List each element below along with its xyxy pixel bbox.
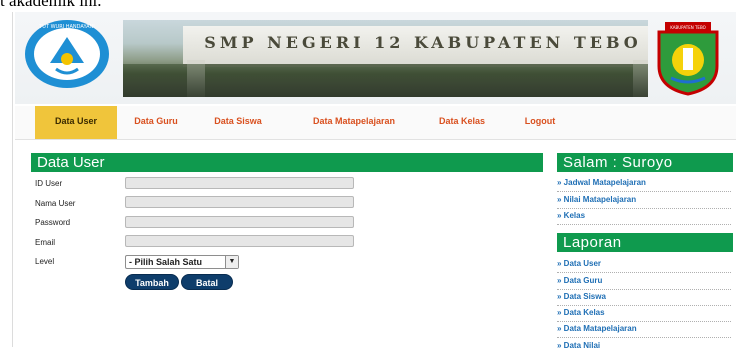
- level-selected-value: - Pilih Salah Satu: [129, 257, 203, 267]
- password-label: Password: [35, 218, 71, 227]
- nav-logout[interactable]: Logout: [515, 106, 565, 139]
- email-input[interactable]: [125, 235, 354, 247]
- document-caption: t akademik ini.: [0, 0, 102, 10]
- school-name-sign: SMP NEGERI 12 KABUPATEN TEBO: [204, 33, 642, 52]
- report-link-data-kelas[interactable]: » Data Kelas: [557, 306, 731, 322]
- nav-data-matapelajaran[interactable]: Data Matapelajaran: [297, 106, 411, 139]
- trees-background: [123, 64, 648, 97]
- password-input[interactable]: [125, 216, 354, 228]
- form-title: Data User: [31, 153, 543, 172]
- sidebar-link-jadwal-matapelajaran[interactable]: » Jadwal Matapelajaran: [557, 176, 731, 192]
- nav-data-user[interactable]: Data User: [35, 106, 117, 139]
- nav-data-siswa[interactable]: Data Siswa: [197, 106, 279, 139]
- school-gate-photo: SMP NEGERI 12 KABUPATEN TEBO: [123, 20, 648, 97]
- tut-wuri-handayani-logo: TUT WURI HANDAYANI: [25, 20, 109, 88]
- level-select[interactable]: - Pilih Salah Satu ▼: [125, 255, 239, 269]
- laporan-title: Laporan: [557, 233, 733, 252]
- id-user-label: ID User: [35, 179, 63, 188]
- nav-data-kelas[interactable]: Data Kelas: [429, 106, 495, 139]
- nav-data-guru[interactable]: Data Guru: [123, 106, 189, 139]
- header-banner: TUT WURI HANDAYANI SMP NEGERI 12 KABUPAT…: [15, 12, 736, 104]
- report-link-data-siswa[interactable]: » Data Siswa: [557, 290, 731, 306]
- nama-user-label: Nama User: [35, 199, 76, 208]
- batal-button[interactable]: Batal: [181, 274, 233, 290]
- sidebar-link-nilai-matapelajaran[interactable]: » Nilai Matapelajaran: [557, 193, 731, 209]
- right-logo-text: KABUPATEN TEBO: [670, 25, 706, 30]
- sidebar-link-kelas[interactable]: » Kelas: [557, 209, 731, 225]
- report-link-data-guru[interactable]: » Data Guru: [557, 274, 731, 290]
- report-link-data-matapelajaran[interactable]: » Data Matapelajaran: [557, 322, 731, 338]
- email-label: Email: [35, 238, 56, 247]
- tambah-button[interactable]: Tambah: [125, 274, 179, 290]
- kabupaten-tebo-emblem: KABUPATEN TEBO: [657, 22, 719, 96]
- dropdown-arrow-icon[interactable]: ▼: [225, 256, 238, 268]
- left-logo-text: TUT WURI HANDAYANI: [38, 24, 95, 30]
- main-navigation: Data User Data Guru Data Siswa Data Mata…: [15, 106, 736, 140]
- level-label: Level: [35, 257, 55, 266]
- greeting-title: Salam : Suroyo: [557, 153, 733, 172]
- id-user-input[interactable]: [125, 177, 354, 189]
- nama-user-input[interactable]: [125, 196, 354, 208]
- web-page: TUT WURI HANDAYANI SMP NEGERI 12 KABUPAT…: [12, 12, 736, 350]
- report-link-data-user[interactable]: » Data User: [557, 257, 731, 273]
